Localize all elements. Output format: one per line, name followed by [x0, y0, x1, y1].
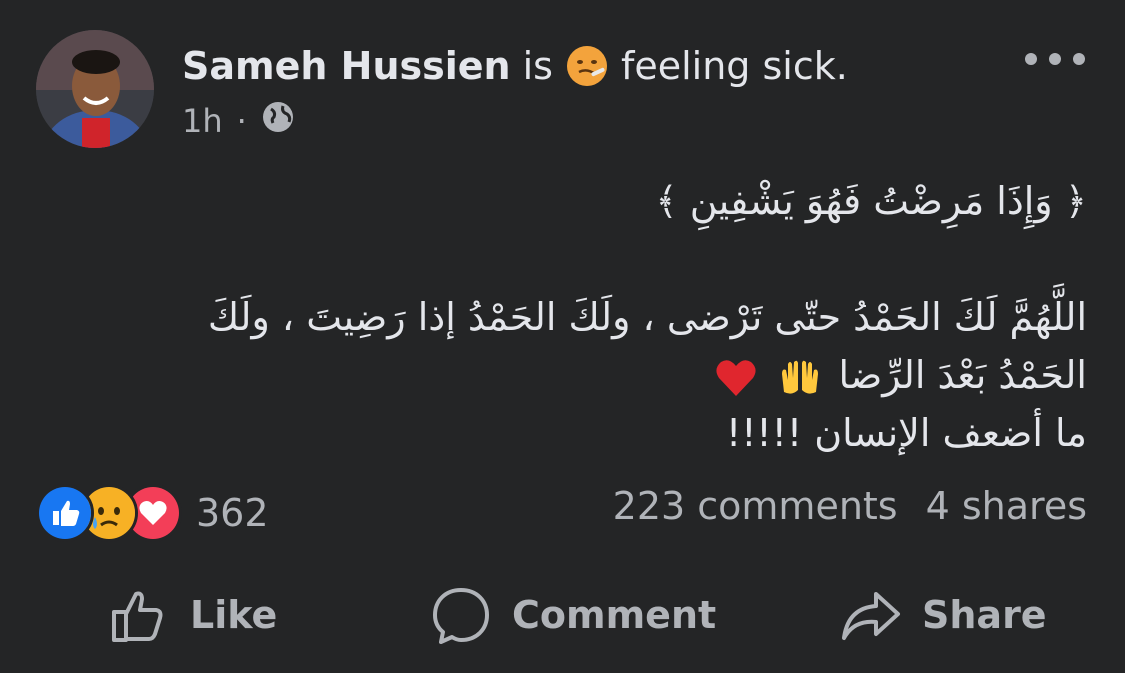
shares-count[interactable]: 4 shares — [926, 484, 1087, 528]
avatar[interactable] — [36, 30, 154, 148]
post-stats: 223 comments 4 shares — [613, 484, 1087, 528]
comments-count[interactable]: 223 comments — [613, 484, 898, 528]
post-line-3: ما أضعف الإنسان !!!!! — [725, 411, 1087, 455]
post-line-2-row: الحَمْدُ بَعْدَ الرِّضا — [107, 346, 1087, 404]
post-verse: ﴿ وَإِذَا مَرِضْتُ فَهُوَ يَشْفِينِ ﴾ — [655, 179, 1087, 223]
post-time[interactable]: 1h — [182, 102, 223, 140]
comment-icon — [433, 588, 489, 644]
meta-separator: · — [236, 102, 247, 140]
sick-face-icon — [565, 44, 609, 88]
post-line-2: الحَمْدُ بَعْدَ الرِّضا — [838, 353, 1087, 397]
reaction-count: 362 — [196, 491, 269, 535]
post-meta: 1h · — [182, 100, 295, 142]
thumbs-up-icon — [112, 591, 163, 642]
post-line-1: اللَّهُمَّ لَكَ الحَمْدُ حتّى تَرْضى ، و… — [207, 295, 1087, 339]
comment-label: Comment — [512, 593, 717, 637]
comment-button[interactable]: Comment — [430, 584, 716, 646]
feeling-prefix: is — [522, 44, 553, 88]
reactions-summary[interactable]: 362 — [36, 484, 269, 542]
like-label: Like — [190, 593, 278, 637]
share-arrow-icon — [842, 592, 900, 640]
post-body: ﴿ وَإِذَا مَرِضْتُ فَهُوَ يَشْفِينِ ﴾ ال… — [107, 172, 1087, 462]
action-bar: Like Comment Share — [0, 580, 1125, 650]
red-heart-icon — [714, 356, 758, 400]
post-header: Sameh Hussien is feeling sick. — [182, 40, 848, 92]
globe-icon[interactable] — [261, 100, 295, 142]
share-label: Share — [922, 593, 1047, 637]
author-name[interactable]: Sameh Hussien — [182, 40, 511, 92]
share-button[interactable]: Share — [840, 584, 1047, 646]
raised-hands-icon — [778, 356, 822, 400]
feeling-text: feeling sick. — [620, 44, 848, 88]
like-button[interactable]: Like — [108, 584, 277, 646]
more-options-icon[interactable] — [1025, 44, 1085, 74]
like-reaction-icon — [36, 484, 94, 542]
